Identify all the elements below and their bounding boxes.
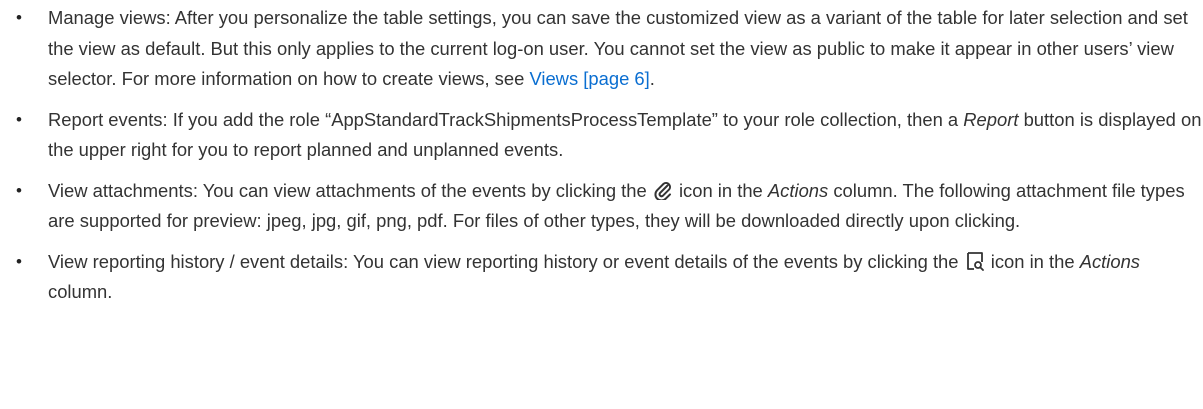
colon: : — [192, 179, 203, 201]
bullet-list: • Manage views: After you personalize th… — [0, 3, 1203, 308]
item-text-end: column. — [48, 281, 113, 302]
actions-column-term: Actions — [767, 179, 829, 201]
item-text-mid: icon in the — [985, 250, 1080, 272]
list-item-report-events: • Report events: If you add the role “Ap… — [0, 105, 1203, 166]
report-button-term: Report — [963, 108, 1019, 130]
item-title: Manage views — [48, 7, 166, 28]
list-item-manage-views: • Manage views: After you personalize th… — [0, 3, 1203, 95]
colon: : — [162, 108, 173, 130]
bullet: • — [16, 251, 22, 271]
colon: : — [343, 250, 353, 272]
document-search-icon — [966, 251, 984, 271]
bullet: • — [16, 8, 22, 27]
views-page-link[interactable]: Views [page 6] — [529, 68, 649, 89]
bullet: • — [16, 180, 22, 200]
item-text: You can view reporting history or event … — [352, 250, 964, 272]
item-text: If you add the role “AppStandardTrackShi… — [172, 108, 964, 130]
item-title: View reporting history / event details — [48, 250, 344, 272]
item-title: Report events — [48, 108, 163, 130]
paperclip-icon — [654, 181, 671, 200]
colon: : — [165, 7, 175, 28]
item-text-mid: icon in the — [673, 179, 768, 201]
bullet: • — [16, 109, 22, 129]
actions-column-term: Actions — [1079, 250, 1140, 272]
list-item-view-attachments: • View attachments: You can view attachm… — [0, 176, 1203, 237]
item-text-end: . — [649, 68, 655, 89]
item-text: You can view attachments of the events b… — [202, 179, 652, 201]
list-item-view-history: • View reporting history / event details… — [0, 247, 1203, 308]
item-title: View attachments — [48, 179, 193, 201]
